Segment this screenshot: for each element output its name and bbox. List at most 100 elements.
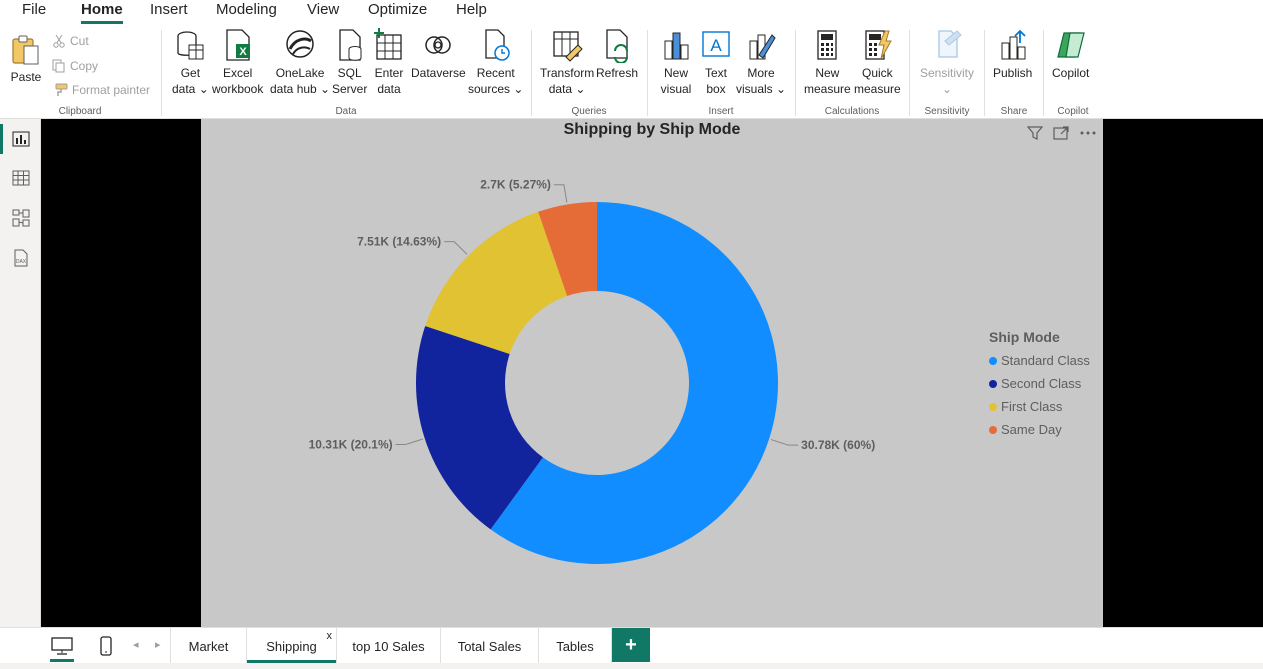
table-view-button[interactable]: [0, 161, 41, 195]
leader-line-second-class: [395, 438, 423, 446]
report-view-button[interactable]: [0, 122, 41, 156]
copy-label: Copy: [70, 59, 99, 73]
sensitivity-button[interactable]: Sensitivity ⌄: [920, 27, 974, 97]
data-group-label: Data: [335, 106, 357, 117]
sql-server-button[interactable]: SQL Server: [332, 27, 367, 97]
text-box-label-1: Text: [704, 66, 727, 80]
menu-modeling[interactable]: Modeling: [216, 0, 277, 24]
page-tab-total-sales[interactable]: Total Sales: [441, 628, 539, 664]
legend-item-standard-class[interactable]: Standard Class: [989, 349, 1090, 372]
chevron-down-icon: ⌄: [316, 82, 331, 96]
menu-bar: File Home Insert Modeling View Optimize …: [0, 0, 1263, 24]
format-painter-label: Format painter: [72, 83, 151, 97]
dataverse-button[interactable]: Dataverse: [411, 27, 466, 81]
power-bi-desktop: File Home Insert Modeling View Optimize …: [0, 0, 1263, 669]
get-data-label-2: data ⌄: [172, 81, 209, 97]
add-page-button[interactable]: +: [612, 628, 650, 662]
refresh-button[interactable]: Refresh: [596, 27, 638, 81]
page-tab-bar: ◂ ▸ Market Shipping x top 10 Sales Total…: [0, 627, 1263, 664]
insert-group-label: Insert: [708, 106, 734, 117]
menu-view[interactable]: View: [307, 0, 339, 24]
page-tab-market[interactable]: Market: [170, 628, 247, 664]
more-visuals-button[interactable]: More visuals ⌄: [736, 27, 786, 97]
sensitivity-group-label: Sensitivity: [924, 106, 970, 117]
sensitivity-button-label: Sensitivity: [920, 66, 975, 80]
dax-query-view-button[interactable]: DAX: [0, 241, 41, 275]
svg-text:DAX: DAX: [15, 259, 26, 265]
page-tab-tables[interactable]: Tables: [539, 628, 612, 664]
publish-icon: [1001, 29, 1026, 60]
copilot-group-label: Copilot: [1057, 106, 1089, 117]
excel-workbook-button[interactable]: X Excel workbook: [212, 27, 263, 97]
mobile-layout-button[interactable]: [84, 628, 128, 664]
onelake-icon: [286, 30, 314, 58]
menu-insert[interactable]: Insert: [150, 0, 188, 24]
enter-label-1: Enter: [374, 66, 404, 80]
data-label-second-class: 10.31K (20.1%): [309, 438, 393, 452]
sql-label-1: SQL: [337, 66, 362, 80]
enter-label-2: data: [377, 82, 401, 96]
paste-button[interactable]: Paste: [10, 33, 42, 85]
visual-header: [1027, 125, 1097, 141]
chevron-right-icon[interactable]: ▸: [155, 638, 161, 651]
model-view-icon: [12, 209, 29, 227]
table-view-icon: [12, 170, 29, 186]
recent-label-2: sources ⌄: [468, 81, 523, 97]
transform-data-icon: [553, 31, 583, 62]
transform-data-button[interactable]: Transform data ⌄: [540, 27, 594, 97]
svg-text:A: A: [710, 36, 722, 55]
legend-label: Second Class: [1001, 376, 1082, 391]
donut-chart-visual[interactable]: 30.78K (60%) 10.31K (20.1%) 7.51K (14.63%)…: [201, 119, 1103, 627]
more-options-icon[interactable]: [1079, 125, 1097, 141]
legend-item-same-day[interactable]: Same Day: [989, 418, 1090, 441]
new-visual-button[interactable]: New visual: [660, 27, 692, 97]
page-tab-label: top 10 Sales: [352, 638, 425, 654]
page-tab-top-10-sales[interactable]: top 10 Sales: [337, 628, 441, 664]
refresh-icon: [606, 29, 629, 63]
new-measure-button[interactable]: New measure: [804, 27, 851, 97]
new-measure-label-1: New: [815, 66, 840, 80]
table-plus-icon: [374, 28, 402, 60]
ribbon: Paste Cut Copy Format painter Clipboard: [0, 24, 1263, 119]
text-box-button[interactable]: A Text box: [700, 27, 732, 97]
format-painter-button[interactable]: Format painter: [52, 80, 150, 100]
paste-label: Paste: [10, 70, 42, 84]
quick-measure-button[interactable]: Quick measure: [854, 27, 901, 97]
excel-label-2: workbook: [212, 82, 264, 96]
publish-button[interactable]: Publish: [993, 27, 1032, 81]
data-label-standard-class: 30.78K (60%): [801, 438, 875, 452]
recent-sources-button[interactable]: Recent sources ⌄: [468, 27, 523, 97]
new-visual-label-2: visual: [660, 82, 692, 96]
clipboard-group-label: Clipboard: [58, 106, 102, 117]
menu-home[interactable]: Home: [81, 0, 123, 24]
chevron-left-icon[interactable]: ◂: [133, 638, 139, 651]
menu-optimize[interactable]: Optimize: [368, 0, 427, 24]
sql-label-2: Server: [332, 82, 368, 96]
legend-item-first-class[interactable]: First Class: [989, 395, 1090, 418]
chevron-down-icon: ⌄: [510, 82, 524, 96]
desktop-layout-button[interactable]: [40, 628, 84, 664]
new-measure-label-2: measure: [804, 82, 851, 96]
copilot-button[interactable]: Copilot: [1052, 27, 1089, 81]
enter-data-button[interactable]: Enter data: [373, 27, 405, 97]
get-data-button[interactable]: Get data ⌄: [172, 27, 209, 97]
menu-help[interactable]: Help: [456, 0, 487, 24]
recent-label-1: Recent: [476, 66, 515, 80]
share-group: Publish Share: [985, 27, 1043, 119]
transform-label-2: data ⌄: [549, 81, 586, 97]
copy-button[interactable]: Copy: [52, 56, 98, 76]
close-icon[interactable]: x: [327, 630, 333, 642]
cut-button[interactable]: Cut: [52, 31, 89, 51]
focus-mode-icon[interactable]: [1053, 125, 1069, 141]
page-tab-shipping[interactable]: Shipping x: [247, 628, 337, 664]
queries-group: Transform data ⌄ Refresh Queries: [532, 27, 646, 119]
onelake-data-hub-button[interactable]: OneLake data hub ⌄: [270, 27, 330, 97]
menu-file[interactable]: File: [22, 0, 46, 24]
legend-item-second-class[interactable]: Second Class: [989, 372, 1090, 395]
phone-icon: [100, 636, 112, 656]
new-visual-label-1: New: [663, 66, 688, 80]
legend-dot: [989, 402, 997, 411]
filter-icon[interactable]: [1027, 125, 1043, 141]
copilot-group: Copilot Copilot: [1044, 27, 1102, 119]
model-view-button[interactable]: [0, 201, 41, 235]
